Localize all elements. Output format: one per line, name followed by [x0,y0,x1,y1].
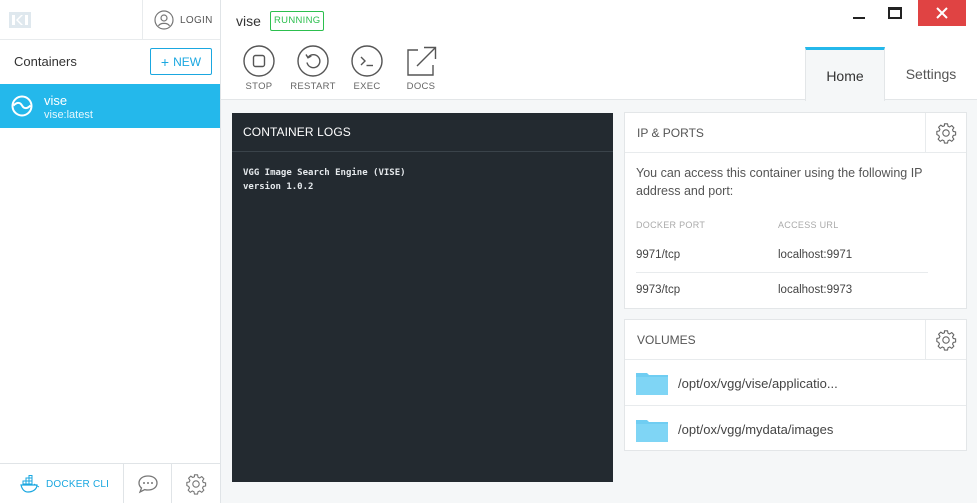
gear-icon [186,474,207,495]
access-url-link[interactable]: localhost:9971 [778,249,852,261]
restart-icon [297,45,329,77]
container-logs-panel[interactable]: CONTAINER LOGS VGG Image Search Engine (… [232,113,613,482]
preferences-button[interactable] [172,464,220,503]
close-window-button[interactable] [918,0,966,26]
docker-cli-label: DOCKER CLI [46,478,110,490]
tab-settings[interactable]: Settings [885,47,977,100]
ip-ports-title: IP & PORTS [637,126,704,140]
volume-path: /opt/ox/vgg/mydata/images [678,422,834,437]
restart-label: RESTART [290,81,336,92]
kitematic-logo-icon [9,12,31,28]
docs-label: DOCS [406,81,436,92]
minimize-window-button[interactable] [853,17,865,19]
docker-cli-button[interactable]: DOCKER CLI [0,464,124,503]
exec-label: EXEC [353,81,381,92]
stop-button[interactable]: STOP [233,45,285,92]
volumes-panel: VOLUMES /opt/ox/vgg/vise/applicatio... /… [624,319,967,451]
docker-whale-icon [20,475,40,493]
container-actions: STOP RESTART EXEC DOCS [233,45,447,92]
ip-ports-header: IP & PORTS [625,113,966,153]
log-line: VGG Image Search Engine (VISE) [243,168,406,178]
volume-item[interactable]: /opt/ox/vgg/vise/applicatio... [625,361,966,406]
tab-home[interactable]: Home [805,47,885,101]
kitematic-window: LOGIN Containers + NEW vise vise:latest [0,0,977,503]
container-running-icon [11,95,33,117]
close-icon [936,7,948,19]
gear-icon [936,330,957,351]
container-image: vise:latest [44,109,93,121]
folder-icon [636,419,668,442]
container-header: vise RUNNING STOP RESTART EXEC DOCS Home… [221,0,977,101]
log-line: version 1.0.2 [243,182,314,192]
containers-title: Containers [14,54,77,69]
ip-ports-description: You can access this container using the … [636,166,923,198]
chat-icon [137,475,158,494]
maximize-window-button[interactable] [888,7,902,19]
external-link-icon [407,46,437,76]
access-url-link[interactable]: localhost:9973 [778,284,852,296]
ip-ports-panel: IP & PORTS You can access this container… [624,112,967,309]
containers-header: Containers + NEW [0,40,220,84]
ip-ports-settings-button[interactable] [925,113,966,153]
terminal-icon [351,45,383,77]
restart-button[interactable]: RESTART [287,45,339,92]
login-button[interactable]: LOGIN [142,0,221,40]
volumes-header: VOLUMES [625,320,966,360]
docs-button[interactable]: DOCS [395,45,447,92]
plus-icon: + [160,53,170,70]
container-name: vise [44,93,68,108]
user-icon [154,10,174,30]
access-url-column-header: ACCESS URL [778,220,839,230]
main-area: vise RUNNING STOP RESTART EXEC DOCS Home… [221,0,977,503]
new-container-button[interactable]: + NEW [150,48,212,75]
sidebar: LOGIN Containers + NEW vise vise:latest [0,0,221,503]
container-list-item-vise[interactable]: vise vise:latest [0,84,220,128]
stop-icon [243,45,275,77]
login-label: LOGIN [180,14,213,26]
container-logs-output: VGG Image Search Engine (VISE) version 1… [232,152,613,208]
docker-port: 9971/tcp [636,249,681,261]
table-row: 9971/tcp localhost:9971 [636,238,928,273]
sidebar-top-bar: LOGIN [0,0,220,40]
container-title: vise [236,13,261,29]
exec-button[interactable]: EXEC [341,45,393,92]
docker-port-column-header: DOCKER PORT [636,220,706,230]
stop-label: STOP [245,81,273,92]
new-button-label: NEW [173,54,202,69]
volume-path: /opt/ox/vgg/vise/applicatio... [678,375,838,391]
folder-icon [636,373,668,395]
docker-port: 9973/tcp [636,284,681,296]
volume-item[interactable]: /opt/ox/vgg/mydata/images [625,407,966,452]
table-row: 9973/tcp localhost:9973 [636,273,928,308]
container-logs-title: CONTAINER LOGS [232,113,613,152]
sidebar-footer: DOCKER CLI [0,463,220,503]
status-badge: RUNNING [270,11,325,31]
feedback-button[interactable] [124,464,172,503]
gear-icon [936,123,957,144]
volumes-title: VOLUMES [637,333,696,347]
volumes-settings-button[interactable] [925,320,966,360]
view-tabs: Home Settings [805,47,977,101]
